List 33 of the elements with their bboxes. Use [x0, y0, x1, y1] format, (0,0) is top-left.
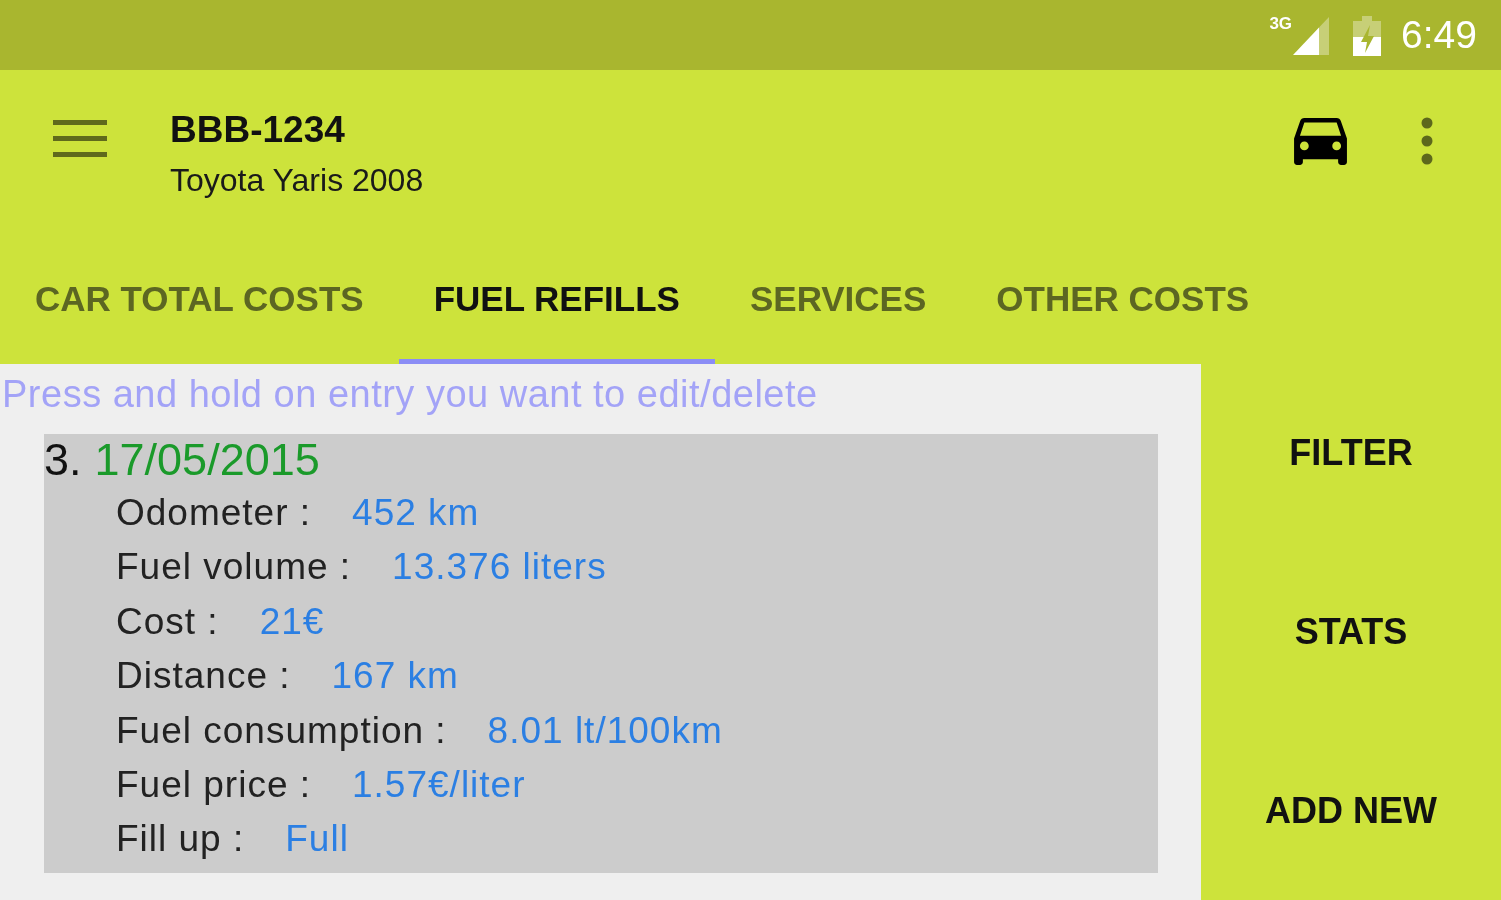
refill-entry[interactable]: 3. 17/05/2015 Odometer : 452 km Fuel volume : 13.376 liters Cost : 21€ Distance : 167 km Fuel consumption : 8.01 lt/100km Fuel price : 1.57€/liter Fill up : Full	[44, 434, 1158, 873]
field-label: Fill up :	[116, 817, 245, 862]
vehicle-plate-title: BBB-1234	[170, 108, 346, 152]
car-icon	[1294, 118, 1347, 165]
field-value: 13.376 liters	[392, 545, 607, 590]
field-value: 452 km	[352, 491, 480, 535]
action-button[interactable]: ADD NEW	[1201, 721, 1501, 900]
field-label: Fuel volume :	[116, 545, 352, 590]
field-value: 8.01 lt/100km	[487, 708, 723, 753]
field-label: Distance :	[116, 654, 291, 699]
hint-text: Press and hold on entry you want to edit/delete	[1, 372, 819, 417]
field-label: Cost :	[116, 599, 219, 644]
clock-time: 6:49	[1401, 12, 1477, 58]
entry-date: 17/05/2015	[94, 434, 320, 486]
field-label: Odometer :	[116, 491, 312, 535]
entry-number: 3.	[44, 434, 82, 486]
tab[interactable]: CAR TOTAL COSTS	[0, 235, 399, 364]
action-button[interactable]: STATS	[1201, 542, 1501, 722]
field-label: Fuel consumption :	[116, 708, 447, 753]
field-value: Full	[285, 817, 349, 862]
field-label: Fuel price :	[116, 763, 311, 808]
tab[interactable]: SERVICES	[714, 235, 962, 364]
vehicle-model-subtitle: Toyota Yaris 2008	[170, 161, 425, 200]
battery-charging-icon	[1353, 16, 1382, 56]
action-button[interactable]: FILTER	[1201, 364, 1501, 543]
network-type-label: 3G	[1269, 14, 1293, 34]
more-options-icon	[1421, 117, 1433, 165]
field-value: 167 km	[331, 654, 459, 699]
menu-icon	[53, 120, 107, 157]
tab[interactable]: OTHER COSTS	[961, 235, 1285, 364]
signal-icon	[1293, 17, 1330, 55]
field-value: 1.57€/liter	[352, 763, 526, 808]
field-value: 21€	[259, 599, 325, 644]
